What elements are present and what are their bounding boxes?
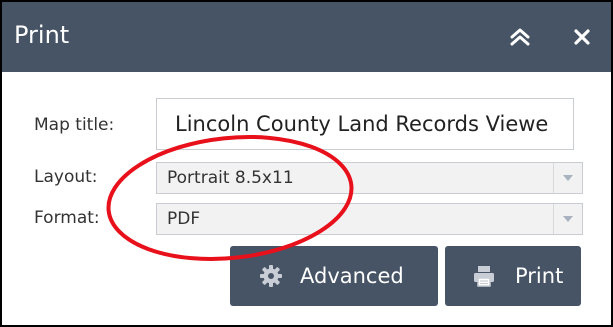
layout-select-value: Portrait 8.5x11 [167, 168, 294, 188]
close-icon [574, 29, 590, 45]
dialog-titlebar: Print [2, 2, 611, 72]
gear-icon [256, 261, 286, 291]
format-dropdown-arrow[interactable] [553, 204, 582, 234]
chevron-down-icon [563, 175, 573, 181]
print-dialog: Print Map title: Layout: Portrait 8.5x11… [0, 0, 613, 327]
layout-select[interactable]: Portrait 8.5x11 [156, 162, 583, 194]
format-label: Format: [34, 208, 100, 228]
print-button[interactable]: Print [445, 246, 581, 306]
advanced-button-label: Advanced [300, 264, 404, 288]
printer-icon [469, 261, 499, 291]
layout-label: Layout: [34, 167, 98, 187]
advanced-button[interactable]: Advanced [230, 246, 438, 306]
close-button[interactable] [562, 20, 602, 54]
map-title-input[interactable] [156, 98, 574, 150]
layout-dropdown-arrow[interactable] [553, 163, 582, 193]
format-select[interactable]: PDF [156, 203, 583, 235]
format-select-value: PDF [167, 209, 201, 229]
collapse-button[interactable] [502, 20, 538, 54]
double-chevron-up-icon [510, 28, 530, 46]
map-title-label: Map title: [34, 115, 115, 135]
print-button-label: Print [515, 264, 564, 288]
dialog-title: Print [14, 21, 70, 49]
chevron-down-icon [563, 216, 573, 222]
